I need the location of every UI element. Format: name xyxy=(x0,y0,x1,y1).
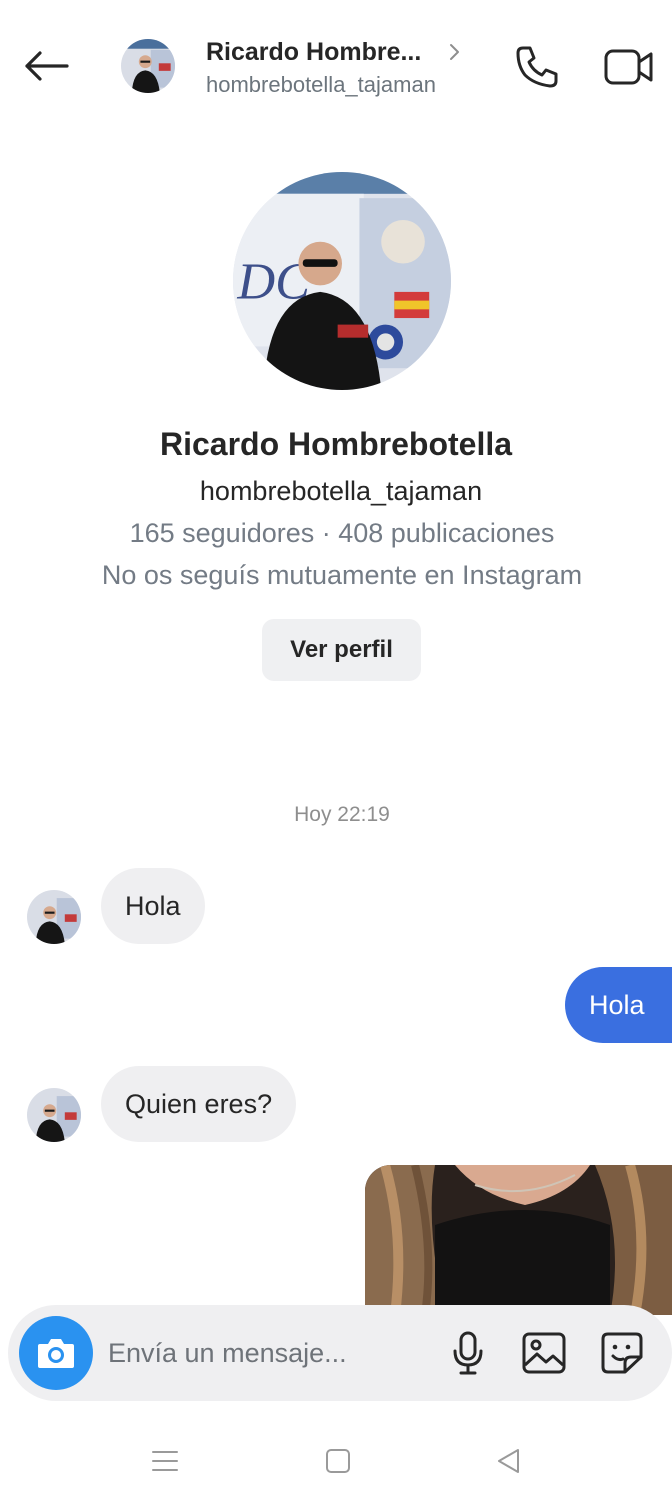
chevron-right-icon xyxy=(449,42,463,62)
home-button[interactable] xyxy=(323,1446,353,1476)
voice-message-button[interactable] xyxy=(448,1329,488,1377)
profile-photo[interactable]: DC xyxy=(233,172,451,390)
sticker-icon xyxy=(601,1332,643,1374)
message-composer xyxy=(8,1305,672,1401)
message-timestamp: Hoy 22:19 xyxy=(294,803,390,826)
photo-message[interactable] xyxy=(365,1165,672,1315)
recent-apps-button[interactable] xyxy=(150,1446,180,1476)
message-bubble-incoming[interactable]: Quien eres? xyxy=(101,1066,297,1142)
camera-icon xyxy=(38,1339,74,1368)
header-title: Ricardo Hombre... xyxy=(206,37,422,66)
header-username: hombrebotella_tajaman xyxy=(206,72,436,97)
arrow-left-icon xyxy=(25,51,69,81)
phone-icon xyxy=(516,46,558,88)
message-input[interactable] xyxy=(108,1329,428,1377)
square-icon xyxy=(326,1449,350,1473)
dm-thread-screen: Ricardo Hombre... hombrebotella_tajaman … xyxy=(0,0,672,1500)
sender-avatar[interactable] xyxy=(27,1088,81,1142)
audio-call-button[interactable] xyxy=(510,40,564,94)
profile-name: Ricardo Hombrebotella xyxy=(159,426,513,462)
profile-stats: 165 seguidores · 408 publicaciones xyxy=(129,518,555,548)
view-profile-button[interactable]: Ver perfil xyxy=(262,619,421,681)
triangle-back-icon xyxy=(498,1449,519,1473)
microphone-icon xyxy=(453,1331,483,1375)
system-back-button[interactable] xyxy=(493,1446,523,1476)
menu-lines-icon xyxy=(152,1451,178,1471)
camera-button[interactable] xyxy=(19,1316,93,1390)
header-name-link[interactable]: Ricardo Hombre... xyxy=(206,36,463,68)
message-text: Quien eres? xyxy=(125,1088,273,1119)
message-bubble-incoming[interactable]: Hola xyxy=(101,868,205,944)
message-text: Hola xyxy=(125,890,181,921)
message-text: Hola xyxy=(589,989,645,1020)
message-bubble-outgoing[interactable]: Hola xyxy=(565,967,672,1043)
video-call-button[interactable] xyxy=(600,40,658,94)
mutual-follow-note: No os seguís mutuamente en Instagram xyxy=(101,560,583,590)
sticker-button[interactable] xyxy=(597,1329,647,1377)
header-avatar[interactable] xyxy=(121,39,175,93)
image-icon xyxy=(522,1332,566,1374)
system-navigation-bar xyxy=(0,1420,672,1500)
video-camera-icon xyxy=(604,49,653,85)
back-button[interactable] xyxy=(18,40,74,92)
gallery-button[interactable] xyxy=(520,1329,568,1377)
profile-username: hombrebotella_tajaman xyxy=(199,476,483,506)
sender-avatar[interactable] xyxy=(27,890,81,944)
chat-header: Ricardo Hombre... hombrebotella_tajaman xyxy=(0,0,672,130)
